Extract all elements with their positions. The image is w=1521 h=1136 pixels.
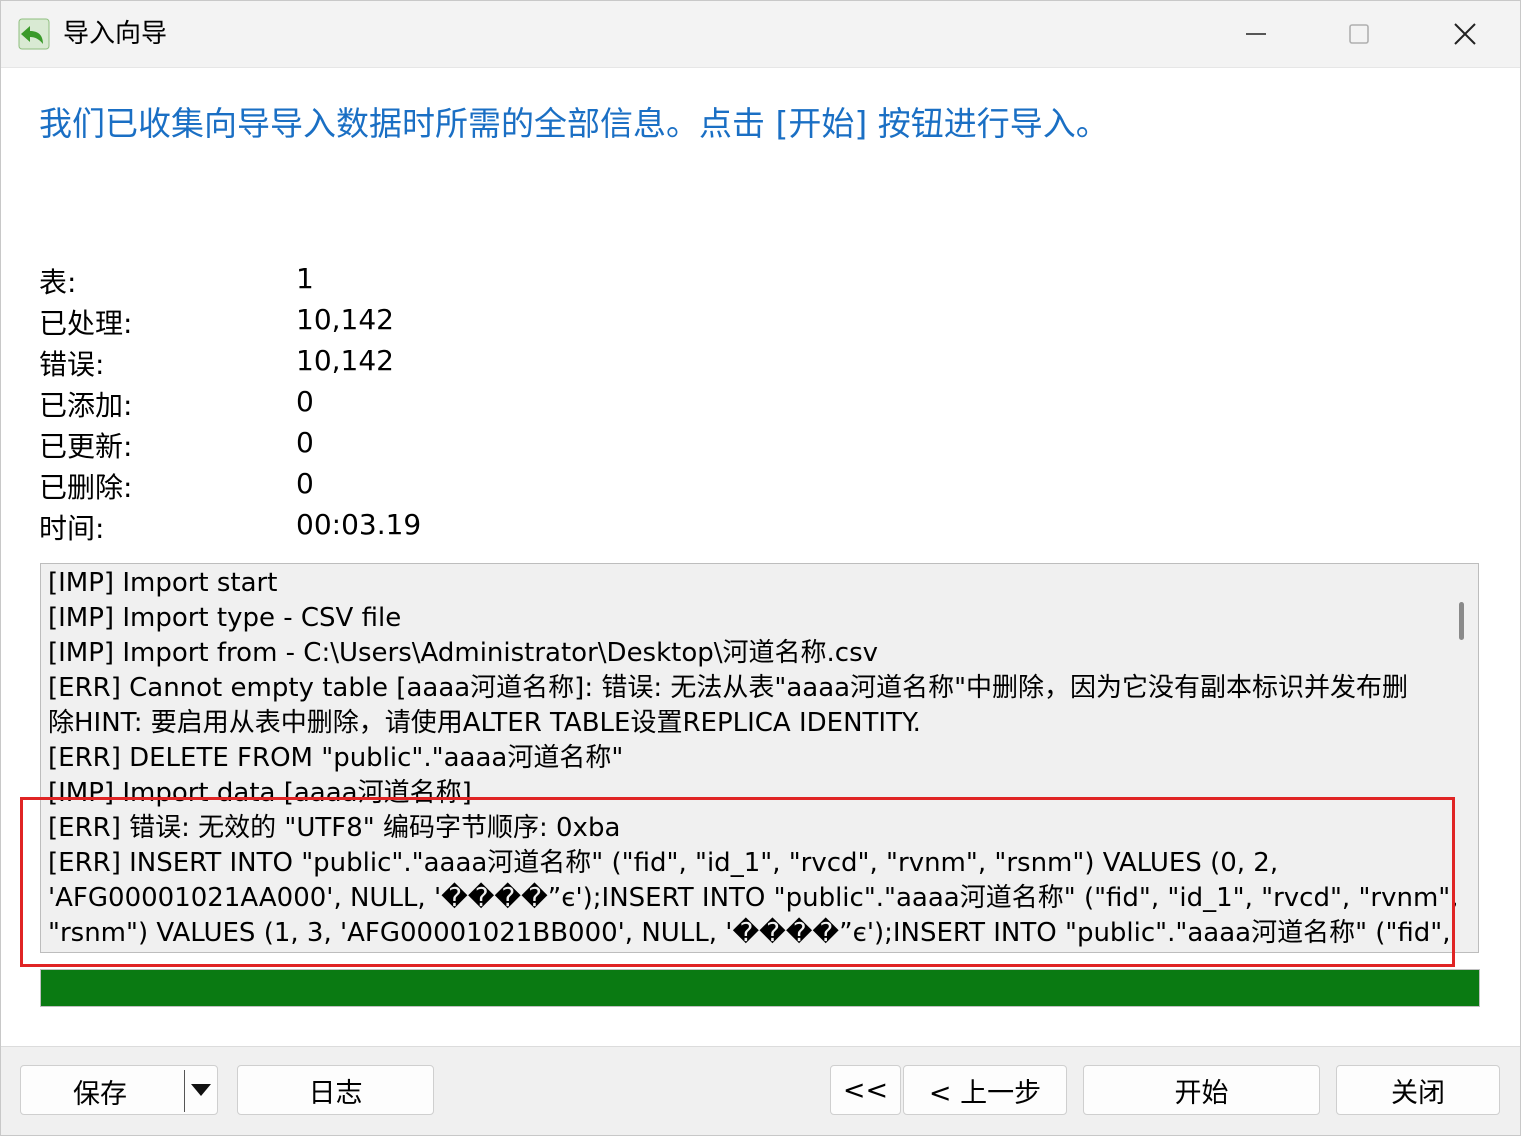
log-line: "rsnm") VALUES (1, 3, 'AFG00001021BB000'…	[48, 918, 1451, 948]
previous-step-button[interactable]: < 上一步	[903, 1065, 1067, 1115]
close-icon	[1454, 23, 1476, 45]
stat-value: 1	[296, 262, 314, 295]
wizard-instruction: 我们已收集向导导入数据时所需的全部信息。点击 [开始] 按钮进行导入。	[39, 104, 1109, 143]
import-progress-bar	[40, 969, 1480, 1007]
dropdown-arrow-icon[interactable]	[189, 1080, 213, 1100]
start-button[interactable]: 开始	[1083, 1065, 1320, 1115]
stat-label: 已更新:	[39, 430, 133, 463]
import-wizard-app-icon	[18, 18, 50, 50]
stat-label: 已添加:	[39, 389, 133, 422]
save-button-label: 保存	[73, 1079, 127, 1110]
import-log[interactable]: [IMP] Import start [IMP] Import type - C…	[40, 563, 1479, 953]
log-line: 'AFG00001021AA000', NULL, '����”є');INSE…	[48, 883, 1459, 913]
stat-value: 0	[296, 426, 314, 459]
stat-label: 时间:	[39, 512, 105, 545]
log-scrollbar-thumb[interactable]	[1459, 602, 1464, 640]
stat-value: 10,142	[296, 303, 394, 336]
log-line: [ERR] INSERT INTO "public"."aaaa河道名称" ("…	[48, 848, 1279, 878]
log-button[interactable]: 日志	[237, 1065, 434, 1115]
log-line: [ERR] 错误: 无效的 "UTF8" 编码字节顺序: 0xba	[48, 813, 621, 843]
window-title: 导入向导	[63, 19, 168, 49]
stat-value: 0	[296, 467, 314, 500]
footer-button-bar: 保存 日志 << < 上一步 开始 关闭	[1, 1046, 1520, 1135]
stat-value: 00:03.19	[296, 508, 422, 541]
log-line: 除HINT: 要启用从表中删除，请使用ALTER TABLE设置REPLICA …	[48, 708, 921, 738]
stat-label: 表:	[39, 266, 77, 299]
log-line: [IMP] Import type - CSV file	[48, 603, 402, 633]
log-line: [IMP] Import data [aaaa河道名称]	[48, 778, 472, 808]
close-button[interactable]: 关闭	[1336, 1065, 1500, 1115]
split-divider	[184, 1070, 185, 1112]
progress-fill	[41, 970, 1479, 1006]
stat-value: 10,142	[296, 344, 394, 377]
maximize-icon	[1349, 24, 1369, 44]
maximize-button[interactable]	[1309, 1, 1409, 67]
save-button[interactable]: 保存	[20, 1065, 218, 1115]
minimize-icon	[1246, 33, 1266, 35]
log-line: [ERR] Cannot empty table [aaaa河道名称]: 错误:…	[48, 673, 1409, 703]
log-line: [ERR] DELETE FROM "public"."aaaa河道名称"	[48, 743, 624, 773]
minimize-button[interactable]	[1206, 1, 1306, 67]
log-line: [IMP] Import from - C:\Users\Administrat…	[48, 638, 879, 668]
title-bar: 导入向导	[1, 1, 1520, 68]
stat-label: 已删除:	[39, 471, 133, 504]
first-step-button[interactable]: <<	[830, 1065, 901, 1115]
stat-value: 0	[296, 385, 314, 418]
import-wizard-window: 导入向导 我们已收集向导导入数据时所需的全部信息。点击 [开始] 按钮进行导入。…	[0, 0, 1521, 1136]
stat-label: 错误:	[39, 348, 105, 381]
log-lines: [IMP] Import start [IMP] Import type - C…	[48, 566, 1459, 951]
close-window-button[interactable]	[1415, 1, 1515, 67]
log-line: [IMP] Import start	[48, 568, 278, 598]
stat-label: 已处理:	[39, 307, 133, 340]
